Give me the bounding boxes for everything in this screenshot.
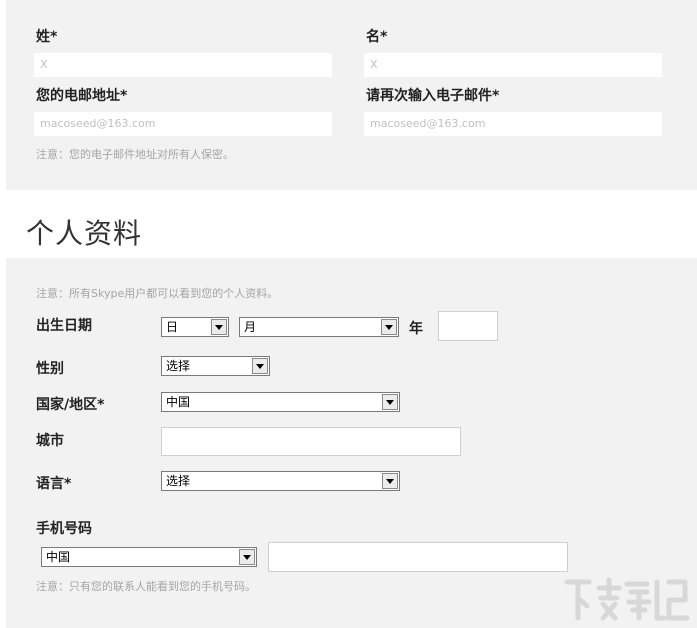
country-label: 国家/地区* <box>36 397 105 413</box>
language-label: 语言* <box>36 476 72 492</box>
year-input[interactable] <box>438 311 498 341</box>
chevron-down-icon <box>381 319 397 335</box>
mobile-note: 注意：只有您的联系人能看到您的手机号码。 <box>36 580 256 593</box>
gender-select[interactable]: 选择 <box>161 356 270 376</box>
month-select-value: 月 <box>244 320 257 334</box>
visibility-note: 注意：所有Skype用户都可以看到您的个人资料。 <box>36 287 279 300</box>
day-select[interactable]: 日 <box>161 317 229 337</box>
gender-select-value: 选择 <box>166 359 191 373</box>
language-select[interactable]: 选择 <box>161 471 400 491</box>
mobile-number-input[interactable] <box>268 542 568 572</box>
country-select[interactable]: 中国 <box>161 392 400 412</box>
section-title: 个人资料 <box>26 217 143 250</box>
language-select-value: 选择 <box>166 474 191 488</box>
city-label: 城市 <box>36 433 64 449</box>
city-input[interactable] <box>161 427 461 456</box>
first-name-input[interactable]: X <box>364 53 662 77</box>
email-input[interactable]: macoseed@163.com <box>34 112 332 136</box>
email-label: 您的电邮地址* <box>36 88 128 104</box>
mobile-country-select[interactable]: 中国 <box>41 547 257 567</box>
chevron-down-icon <box>382 394 398 410</box>
confirm-email-input[interactable]: macoseed@163.com <box>364 112 662 136</box>
chevron-down-icon <box>382 473 398 489</box>
month-select[interactable]: 月 <box>239 317 399 337</box>
mobile-label: 手机号码 <box>36 521 92 537</box>
privacy-note: 注意：您的电子邮件地址对所有人保密。 <box>36 148 234 161</box>
year-label: 年 <box>409 321 423 337</box>
last-name-input[interactable]: X <box>34 53 332 77</box>
day-select-value: 日 <box>166 320 179 334</box>
chevron-down-icon <box>239 549 255 565</box>
last-name-label: 姓* <box>36 29 58 45</box>
watermark-logo <box>564 577 690 621</box>
mobile-country-select-value: 中国 <box>46 550 71 564</box>
chevron-down-icon <box>252 358 268 374</box>
birthday-label: 出生日期 <box>36 318 92 334</box>
gender-label: 性别 <box>36 361 64 377</box>
chevron-down-icon <box>211 319 227 335</box>
country-select-value: 中国 <box>166 395 191 409</box>
first-name-label: 名* <box>366 29 388 45</box>
confirm-email-label: 请再次输入电子邮件* <box>366 88 500 104</box>
